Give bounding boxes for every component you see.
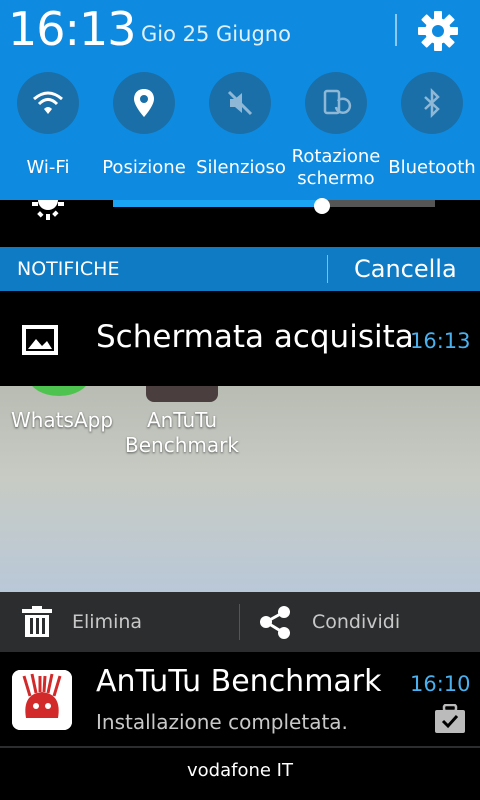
- delete-button[interactable]: Elimina: [72, 611, 142, 633]
- screenshot-time: 16:13: [410, 329, 471, 353]
- screenshot-preview[interactable]: WhatsApp AnTuTu Benchmark: [0, 386, 480, 592]
- carrier-label: vodafone IT: [187, 760, 293, 781]
- antutu-time: 16:10: [410, 672, 471, 696]
- brightness-fill: [113, 200, 323, 207]
- whatsapp-app-icon: [28, 386, 90, 396]
- brightness-slider[interactable]: [113, 198, 435, 214]
- screenshot-notification[interactable]: Schermata acquisita 16:13: [0, 292, 480, 386]
- bluetooth-label: Bluetooth: [388, 157, 476, 178]
- antutu-subtitle: Installazione completata.: [96, 710, 348, 734]
- mute-icon: [227, 90, 253, 116]
- location-icon: [134, 89, 154, 117]
- wifi-label: Wi-Fi: [26, 157, 70, 178]
- clear-button[interactable]: Cancella: [354, 255, 457, 283]
- share-button[interactable]: Condividi: [312, 611, 400, 633]
- rotate-icon: [323, 89, 352, 115]
- settings-gear-icon[interactable]: [416, 9, 460, 53]
- location-label: Posizione: [102, 157, 186, 178]
- share-icon[interactable]: [258, 605, 292, 639]
- install-complete-icon: [435, 704, 465, 733]
- wifi-toggle[interactable]: [17, 72, 79, 134]
- silent-toggle[interactable]: [209, 72, 271, 134]
- wifi-icon: [33, 91, 63, 114]
- clock: 16:13: [8, 2, 137, 56]
- screenshot-title: Schermata acquisita: [96, 319, 414, 355]
- screenshot-actions: Elimina Condividi: [0, 592, 480, 652]
- whatsapp-label: WhatsApp: [10, 408, 114, 432]
- silent-label: Silenzioso: [196, 157, 286, 178]
- trash-icon[interactable]: [20, 605, 54, 639]
- quick-panel-header: 16:13 Gio 25 Giugno Wi-Fi Posizione Sile…: [0, 0, 480, 200]
- brightness-icon: [32, 200, 64, 220]
- antutu-notification[interactable]: AnTuTu Benchmark 16:10 Installazione com…: [0, 652, 480, 746]
- bluetooth-icon: [424, 87, 440, 119]
- image-icon: [22, 325, 58, 355]
- notifications-divider: [327, 255, 328, 283]
- rotation-label: Rotazione schermo: [291, 146, 381, 189]
- notifications-header: NOTIFICHE Cancella: [0, 247, 480, 291]
- header-divider: [395, 14, 397, 46]
- actions-divider: [239, 604, 240, 640]
- notifications-title: NOTIFICHE: [17, 258, 120, 280]
- antutu-title: AnTuTu Benchmark: [96, 664, 382, 699]
- date[interactable]: Gio 25 Giugno: [141, 22, 291, 46]
- row-separator: [0, 746, 480, 748]
- antutu-app-icon: [146, 386, 218, 402]
- location-toggle[interactable]: [113, 72, 175, 134]
- rotation-toggle[interactable]: [305, 72, 367, 134]
- antutu-icon: [12, 670, 72, 730]
- antutu-label: AnTuTu Benchmark: [125, 408, 239, 457]
- bluetooth-toggle[interactable]: [401, 72, 463, 134]
